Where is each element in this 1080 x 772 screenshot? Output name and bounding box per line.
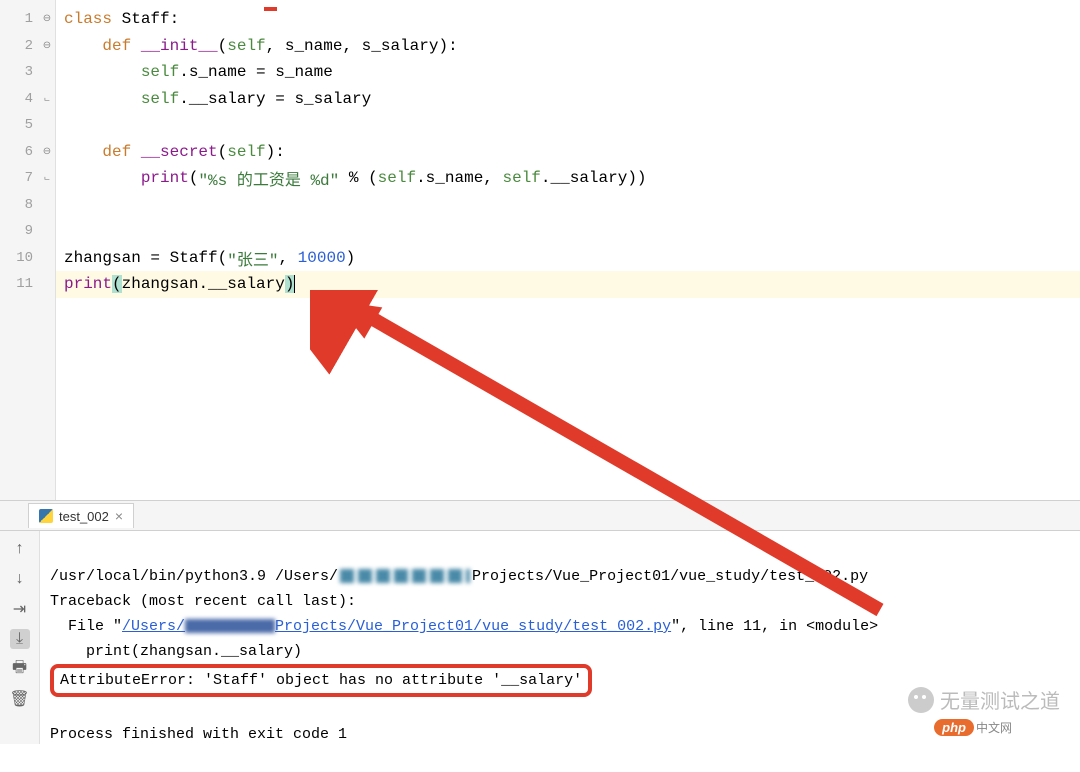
php-badge: php 中文网	[934, 719, 1012, 736]
fold-marker-icon[interactable]: ⊖	[41, 146, 53, 158]
traceback-line: Traceback (most recent call last):	[50, 593, 356, 610]
line-number: 4⌐	[0, 86, 55, 113]
watermark-text: 无量测试之道	[940, 685, 1060, 714]
wrap-icon[interactable]: ⇥	[10, 599, 30, 619]
scroll-to-end-icon[interactable]: ⤓	[10, 629, 30, 649]
line-number: 3	[0, 59, 55, 86]
php-pill: php	[934, 719, 974, 736]
line-number: 5	[0, 112, 55, 139]
line-number: 8	[0, 192, 55, 219]
console-tab-label: test_002	[59, 509, 109, 524]
code-area[interactable]: class Staff: def __init__(self, s_name, …	[56, 0, 1080, 500]
arrow-up-icon[interactable]: ↑	[10, 539, 30, 559]
line-gutter: 1⊖2⊖34⌐56⊖7⌐891011	[0, 0, 56, 500]
console-tab-bar: test_002 ×	[0, 501, 1080, 531]
fold-end-icon: ⌐	[41, 93, 53, 105]
watermark: 无量测试之道	[908, 685, 1060, 714]
code-line[interactable]: class Staff:	[56, 6, 1080, 33]
code-editor[interactable]: 1⊖2⊖34⌐56⊖7⌐891011 class Staff: def __in…	[0, 0, 1080, 500]
fold-end-icon: ⌐	[41, 172, 53, 184]
code-line[interactable]: self.__salary = s_salary	[56, 86, 1080, 113]
trash-icon[interactable]: 🗑	[10, 689, 30, 709]
line-number: 1⊖	[0, 6, 55, 33]
console-toolbar: ↑ ↓ ⇥ ⤓ 🖶 🗑	[0, 531, 40, 744]
console-tab-test002[interactable]: test_002 ×	[28, 503, 134, 528]
line-number: 6⊖	[0, 139, 55, 166]
code-line[interactable]: def __init__(self, s_name, s_salary):	[56, 33, 1080, 60]
code-line[interactable]: zhangsan = Staff("张三", 10000)	[56, 245, 1080, 272]
wechat-icon	[908, 687, 934, 713]
exit-line: Process finished with exit code 1	[50, 726, 347, 743]
close-icon[interactable]: ×	[115, 508, 123, 524]
php-cn: 中文网	[976, 719, 1012, 736]
attribute-error-line: AttributeError: 'Staff' object has no at…	[50, 664, 592, 697]
text-cursor	[294, 275, 295, 293]
code-line[interactable]: print(zhangsan.__salary)	[56, 271, 1080, 298]
code-line[interactable]	[56, 112, 1080, 139]
error-code-line: print(zhangsan.__salary)	[50, 643, 302, 660]
line-number: 10	[0, 245, 55, 272]
code-line[interactable]: def __secret(self):	[56, 139, 1080, 166]
fold-marker-icon[interactable]: ⊖	[41, 13, 53, 25]
line-number: 2⊖	[0, 33, 55, 60]
code-line[interactable]	[56, 218, 1080, 245]
line-number: 11	[0, 271, 55, 298]
print-icon[interactable]: 🖶	[10, 659, 30, 679]
code-line[interactable]: self.s_name = s_name	[56, 59, 1080, 86]
fold-marker-icon[interactable]: ⊖	[41, 40, 53, 52]
cmd-line: /usr/local/bin/python3.9 /Users/Projects…	[50, 568, 868, 585]
arrow-down-icon[interactable]: ↓	[10, 569, 30, 589]
code-line[interactable]	[56, 192, 1080, 219]
line-number: 7⌐	[0, 165, 55, 192]
line-number: 9	[0, 218, 55, 245]
python-icon	[39, 509, 53, 523]
code-line[interactable]: print("%s 的工资是 %d" % (self.s_name, self.…	[56, 165, 1080, 192]
file-line: File "/Users/Projects/Vue_Project01/vue_…	[50, 618, 878, 635]
